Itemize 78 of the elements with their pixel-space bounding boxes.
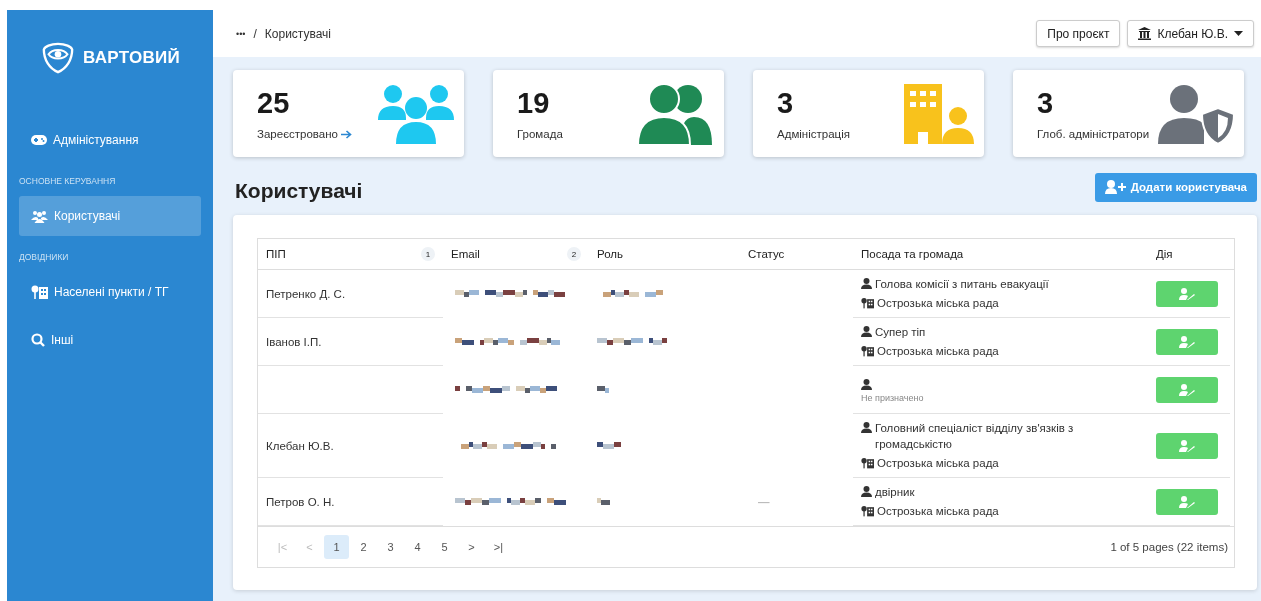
breadcrumb-current: Користувачі bbox=[264, 26, 332, 41]
column-header[interactable]: Роль bbox=[597, 248, 623, 260]
community-text: Не призначено bbox=[861, 392, 924, 403]
caret-icon bbox=[1234, 31, 1243, 36]
user-edit-icon bbox=[1179, 439, 1195, 452]
column-header[interactable]: ПІП bbox=[266, 248, 286, 260]
page-button[interactable]: 5 bbox=[432, 535, 457, 559]
community-text: Острозька міська рада bbox=[877, 344, 999, 359]
user-edit-icon bbox=[1179, 287, 1195, 300]
stat-value: 25 bbox=[257, 87, 291, 120]
page-title: Користувачі bbox=[235, 178, 363, 203]
users-icon bbox=[31, 209, 48, 223]
about-project-button[interactable]: Про проєкт bbox=[1036, 20, 1121, 47]
name-cell: Іванов І.П. bbox=[266, 335, 322, 348]
sidebar-section-label: ДОВІДНИКИ bbox=[19, 251, 70, 264]
pagination-summary: 1 of 5 pages (22 items) bbox=[1110, 541, 1228, 553]
breadcrumb-more-link[interactable]: ••• bbox=[236, 28, 246, 39]
stat-value: 19 bbox=[517, 87, 551, 120]
person-icon bbox=[861, 278, 872, 289]
position-text: Супер тіп bbox=[875, 325, 926, 340]
column-header[interactable]: Дія bbox=[1156, 248, 1173, 260]
name-cell: Петренко Д. С. bbox=[266, 287, 346, 300]
community-text: Острозька міська рада bbox=[877, 296, 999, 311]
user-menu-button[interactable]: Клебан Ю.В. bbox=[1127, 20, 1254, 47]
column-header[interactable]: Посада та громада bbox=[861, 248, 964, 260]
page-button[interactable]: 3 bbox=[378, 535, 403, 559]
brand-name: ВАРТОВИЙ bbox=[83, 48, 181, 68]
edit-user-button[interactable] bbox=[1156, 328, 1218, 355]
edit-user-button[interactable] bbox=[1156, 376, 1218, 403]
position-text: двірник bbox=[875, 485, 915, 500]
user-edit-icon bbox=[1179, 495, 1195, 508]
community-text: Острозька міська рада bbox=[877, 456, 999, 471]
position-text: Головний спеціаліст відділу зв'язків з громадськістю bbox=[875, 421, 1075, 452]
name-cell: Клебан Ю.В. bbox=[266, 439, 334, 452]
tree-building-icon bbox=[861, 345, 874, 357]
tree-building-icon bbox=[31, 285, 48, 299]
breadcrumb-separator: / bbox=[253, 26, 257, 41]
stat-label: Глоб. адміністратори bbox=[1037, 128, 1150, 140]
community-text: Острозька міська рада bbox=[877, 504, 999, 519]
person-icon bbox=[861, 378, 872, 390]
tree-building-icon bbox=[861, 297, 874, 309]
stat-label: Громада bbox=[517, 128, 563, 140]
page-button[interactable]: 4 bbox=[405, 535, 430, 559]
user-edit-icon bbox=[1179, 383, 1195, 396]
edit-user-button[interactable] bbox=[1156, 432, 1218, 459]
last-page-button[interactable]: >| bbox=[486, 535, 511, 559]
page-button[interactable]: 2 bbox=[351, 535, 376, 559]
shield-eye-logo-icon bbox=[41, 41, 75, 75]
person-icon bbox=[861, 326, 872, 337]
stat-label: Адміністрація bbox=[777, 128, 850, 140]
position-text: Голова комісії з питань евакуації bbox=[875, 277, 1049, 292]
sidebar-section-label: ОСНОВНЕ КЕРУВАННЯ bbox=[19, 175, 117, 188]
page-button[interactable]: 1 bbox=[324, 535, 349, 559]
sidebar-item[interactable]: Населені пункти / ТГ bbox=[19, 272, 201, 312]
name-cell: Петров О. Н. bbox=[266, 495, 335, 508]
column-header[interactable]: Статус bbox=[748, 248, 785, 260]
arrow-right-icon bbox=[340, 129, 352, 139]
stat-value: 3 bbox=[1037, 87, 1055, 120]
sort-order-badge: 1 bbox=[421, 247, 435, 261]
stat-value: 3 bbox=[777, 87, 795, 120]
building-icon bbox=[1138, 27, 1152, 40]
person-icon bbox=[861, 422, 872, 433]
tree-building-icon bbox=[861, 505, 874, 517]
gamepad-icon bbox=[31, 134, 47, 146]
stat-link[interactable]: Зареєстровано bbox=[257, 128, 352, 140]
sidebar-item[interactable]: Інші bbox=[19, 320, 201, 360]
add-user-icon bbox=[1104, 180, 1127, 194]
edit-user-button[interactable] bbox=[1156, 488, 1218, 515]
sidebar-item[interactable]: Адміністування bbox=[19, 120, 201, 160]
person-icon bbox=[861, 486, 872, 497]
tree-building-icon bbox=[861, 457, 874, 469]
status-text: — bbox=[758, 496, 770, 508]
user-edit-icon bbox=[1179, 335, 1195, 348]
search-icon bbox=[31, 333, 45, 347]
edit-user-button[interactable] bbox=[1156, 280, 1218, 307]
sort-order-badge: 2 bbox=[567, 247, 581, 261]
next-page-button[interactable]: > bbox=[459, 535, 484, 559]
column-header[interactable]: Email bbox=[451, 248, 480, 260]
